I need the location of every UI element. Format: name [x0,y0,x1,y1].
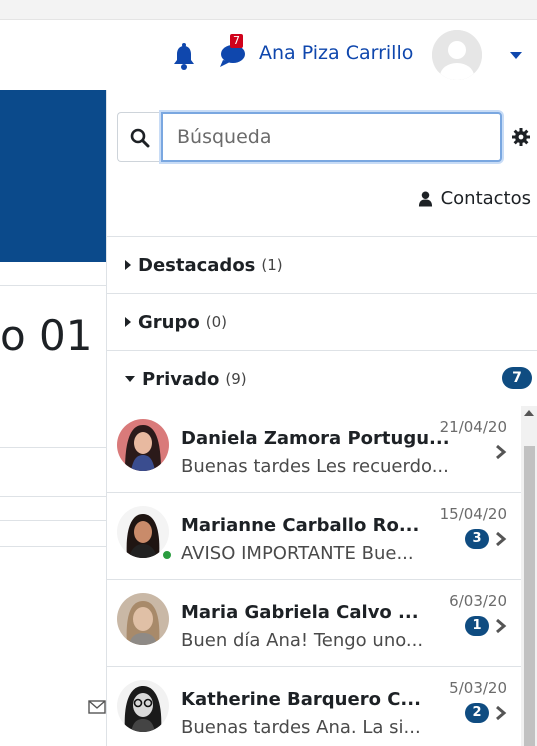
gear-icon[interactable] [512,128,530,146]
divider [0,496,106,497]
conversation-item[interactable]: Maria Gabriela Calvo ... 6/03/20 Buen dí… [107,580,521,667]
page-header-banner [0,90,106,262]
unread-badge: 7 [502,367,532,389]
section-starred[interactable]: Destacados (1) [107,236,537,293]
caret-right-icon [125,260,131,270]
online-indicator [162,550,172,560]
search-button[interactable] [117,112,161,162]
divider [0,520,106,521]
contact-name: Maria Gabriela Calvo ... [181,602,419,623]
divider [0,447,106,448]
search-icon [130,128,150,148]
contact-name: Katherine Barquero C... [181,689,421,710]
conversation-item[interactable]: Marianne Carballo Ro... 15/04/20 AVISO I… [107,493,521,580]
message-date: 5/03/20 [449,679,507,697]
user-name[interactable]: Ana Piza Carrillo [259,42,413,64]
avatar [117,506,169,558]
message-preview: Buenas tardes Les recuerdo... [181,456,449,477]
section-name: Destacados [138,254,256,276]
caret-down-icon[interactable] [510,52,522,59]
user-avatar[interactable] [432,30,482,80]
chevron-right-icon [496,618,507,634]
message-date: 6/03/20 [449,592,507,610]
contacts-label: Contactos [440,188,531,209]
contacts-link[interactable]: Contactos [418,188,531,209]
search-input[interactable] [161,112,502,162]
chevron-right-icon [496,531,507,547]
section-count: (1) [261,256,283,274]
message-preview: AVISO IMPORTANTE Bue... [181,543,414,564]
message-date: 21/04/20 [439,418,507,436]
section-count: (0) [205,313,227,331]
chevron-right-icon [496,705,507,721]
bell-icon[interactable] [173,42,195,70]
search-group [117,112,502,162]
conversation-item[interactable]: Katherine Barquero C... 5/03/20 Buenas t… [107,667,521,746]
avatar [117,593,169,645]
scrollbar-thumb[interactable] [524,446,535,746]
top-strip [0,0,537,20]
page-title: o 01 [0,311,93,360]
section-group[interactable]: Grupo (0) [107,293,537,350]
scroll-up-arrow-icon[interactable] [524,410,534,416]
caret-right-icon [125,317,131,327]
divider [0,546,106,547]
section-name: Privado [142,368,220,390]
message-list-scrollbar[interactable] [521,406,537,746]
messages-toggle[interactable]: 7 [218,34,248,68]
message-drawer: Contactos Destacados (1) Grupo (0) Priva… [106,90,537,746]
section-name: Grupo [138,311,200,333]
section-private[interactable]: Privado (9) 7 [107,350,537,407]
conversation-item[interactable]: Daniela Zamora Portugu... 21/04/20 Buena… [107,406,521,493]
mail-icon[interactable] [88,700,106,714]
message-preview: Buenas tardes Ana. La si... [181,717,421,738]
message-preview: Buen día Ana! Tengo uno... [181,630,424,651]
divider [0,285,106,286]
unread-badge: 3 [465,529,489,549]
caret-down-icon [125,376,135,382]
chevron-right-icon [496,444,507,460]
default-avatar-icon [432,30,482,80]
avatar [117,419,169,471]
unread-badge: 2 [465,703,489,723]
avatar [117,680,169,732]
message-count-badge: 7 [230,34,243,48]
user-icon [418,191,432,207]
section-count: (9) [225,370,247,388]
unread-badge: 1 [465,616,489,636]
message-date: 15/04/20 [439,505,507,523]
message-list: Daniela Zamora Portugu... 21/04/20 Buena… [107,406,521,746]
